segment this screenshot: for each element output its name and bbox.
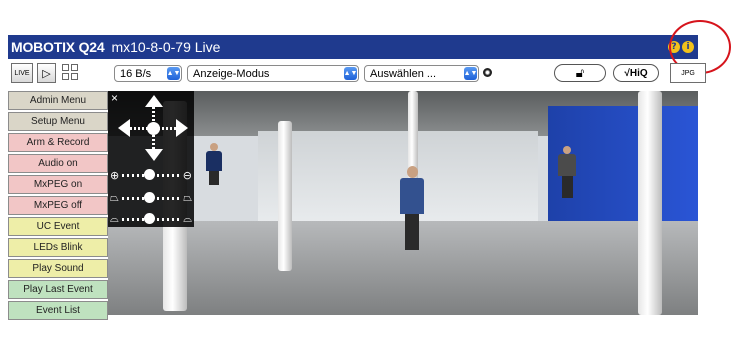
sidebar-item-uc-event[interactable]: UC Event (8, 217, 108, 236)
hiq-label: √HiQ (624, 67, 648, 79)
sidebar-item-leds-blink[interactable]: LEDs Blink (8, 238, 108, 257)
video-back-wall (258, 131, 538, 226)
sidebar-item-mxpeg-off[interactable]: MxPEG off (8, 196, 108, 215)
trapezoid-icon[interactable]: ⏢ (110, 191, 119, 205)
sidebar-item-admin-menu[interactable]: Admin Menu (8, 91, 108, 110)
choose-select[interactable]: Auswählen ... ▲▼ (364, 65, 479, 82)
title-bar: MOBOTIX Q24 mx10-8-0-79 Live ? i (8, 35, 698, 59)
record-indicator-icon (483, 68, 492, 77)
sidebar-item-audio-on[interactable]: Audio on (8, 154, 108, 173)
live-label: LIVE (14, 69, 30, 77)
live-video-view[interactable] (108, 91, 698, 315)
video-column (638, 91, 662, 315)
unlock-icon: 🔓︎ (575, 65, 585, 80)
brand-title: MOBOTIX Q24 (11, 39, 105, 55)
close-icon[interactable]: × (111, 91, 118, 105)
distortion-icon[interactable]: ⌓ (110, 212, 119, 226)
select-arrow-icon: ▲▼ (464, 67, 477, 80)
arrow-down-icon[interactable] (145, 149, 163, 161)
sidebar-item-arm-record[interactable]: Arm & Record (8, 133, 108, 152)
sidebar-item-event-list[interactable]: Event List (8, 301, 108, 320)
arrow-left-icon[interactable] (118, 119, 130, 137)
ptz-control-panel: × ⊕ ⊖ ⏢ ⏢ ⌓ ⌓ (108, 91, 194, 227)
arrow-up-icon[interactable] (145, 95, 163, 107)
select-arrow-icon: ▲▼ (167, 67, 180, 80)
select-arrow-icon: ▲▼ (344, 67, 357, 80)
rate-select-value: 16 B/s (120, 67, 152, 80)
horizontal-correction-slider[interactable]: ⏢ ⏢ (110, 190, 192, 206)
choose-select-value: Auswählen ... (370, 67, 437, 80)
zoom-out-icon[interactable]: ⊖ (183, 169, 192, 182)
display-mode-select[interactable]: Anzeige-Modus ▲▼ (187, 65, 359, 82)
video-person (558, 146, 576, 198)
sidebar-item-setup-menu[interactable]: Setup Menu (8, 112, 108, 131)
trapezoid-icon[interactable]: ⏢ (183, 191, 192, 205)
player-view-button[interactable]: ▷ (37, 63, 56, 83)
jpg-label: JPG (681, 69, 695, 77)
display-mode-value: Anzeige-Modus (193, 67, 270, 80)
play-icon: ▷ (42, 67, 51, 80)
video-person (206, 143, 222, 185)
toolbar: LIVE ▷ 16 B/s ▲▼ Anzeige-Modus ▲▼ Auswäh… (8, 61, 706, 85)
zoom-in-icon[interactable]: ⊕ (110, 169, 119, 182)
sidebar: Admin Menu Setup Menu Arm & Record Audio… (8, 91, 108, 322)
rate-select[interactable]: 16 B/s ▲▼ (114, 65, 182, 82)
sidebar-item-play-sound[interactable]: Play Sound (8, 259, 108, 278)
sidebar-item-play-last-event[interactable]: Play Last Event (8, 280, 108, 299)
zoom-slider[interactable]: ⊕ ⊖ (110, 167, 192, 183)
pan-tilt-pad[interactable] (118, 95, 188, 161)
hiq-button[interactable]: √HiQ (613, 64, 659, 82)
sidebar-item-mxpeg-on[interactable]: MxPEG on (8, 175, 108, 194)
distortion-icon[interactable]: ⌓ (183, 212, 192, 226)
unlock-button[interactable]: 🔓︎ (554, 64, 606, 82)
video-column (278, 121, 292, 271)
live-view-button[interactable]: LIVE (11, 63, 33, 83)
arrow-right-icon[interactable] (176, 119, 188, 137)
multiview-grid-icon[interactable] (62, 64, 78, 80)
vertical-correction-slider[interactable]: ⌓ ⌓ (110, 211, 192, 227)
pan-tilt-knob[interactable] (147, 122, 160, 135)
jpg-export-button[interactable]: JPG (670, 63, 706, 83)
video-person (400, 166, 424, 250)
camera-title: mx10-8-0-79 Live (111, 39, 221, 55)
